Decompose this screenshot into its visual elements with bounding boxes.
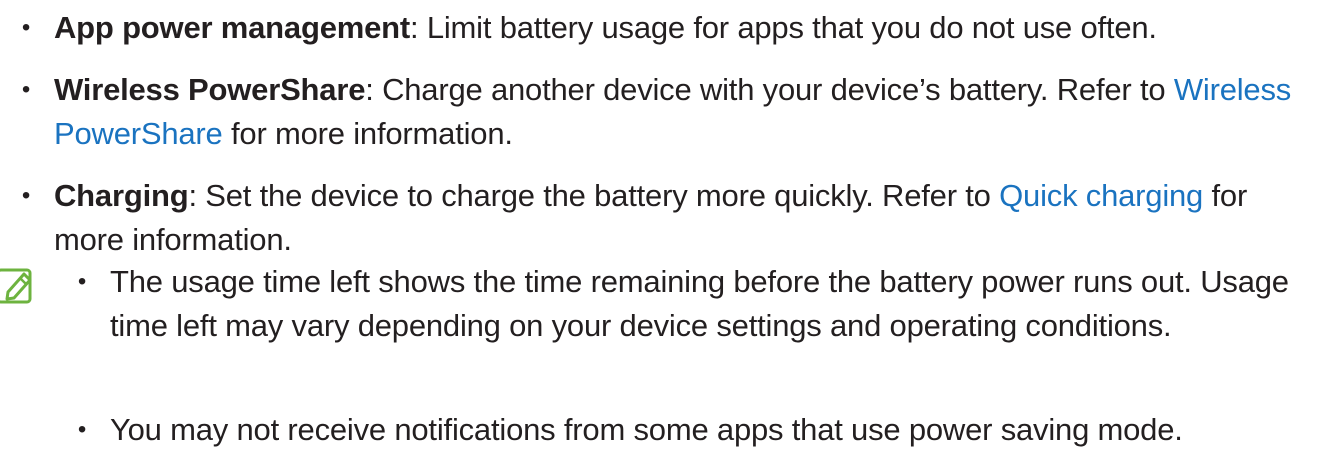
bullet: • [77, 416, 87, 443]
bullet: • [21, 182, 31, 209]
manual-page: • App power management: Limit battery us… [0, 0, 1341, 470]
term-wireless-powershare: Wireless PowerShare [54, 72, 366, 107]
term-charging: Charging [54, 178, 189, 213]
bullet: • [77, 268, 87, 295]
note-text: You may not receive notifications from s… [110, 412, 1183, 447]
note-pen-icon [0, 268, 32, 304]
description: : Limit battery usage for apps that you … [410, 10, 1157, 45]
description: : Set the device to charge the battery m… [188, 178, 1000, 213]
term-app-power-management: App power management [54, 10, 410, 45]
description: : Charge another device with your device… [365, 72, 1174, 107]
description-end: for more information. [222, 116, 513, 151]
bullet: • [21, 14, 31, 41]
item-text: Charging: Set the device to charge the b… [54, 174, 1324, 262]
note-text: The usage time left shows the time remai… [110, 264, 1289, 343]
item-text: App power management: Limit battery usag… [54, 6, 1324, 50]
item-text: Wireless PowerShare: Charge another devi… [54, 68, 1324, 156]
link-quick-charging[interactable]: Quick charging [999, 178, 1203, 213]
bullet: • [21, 76, 31, 103]
